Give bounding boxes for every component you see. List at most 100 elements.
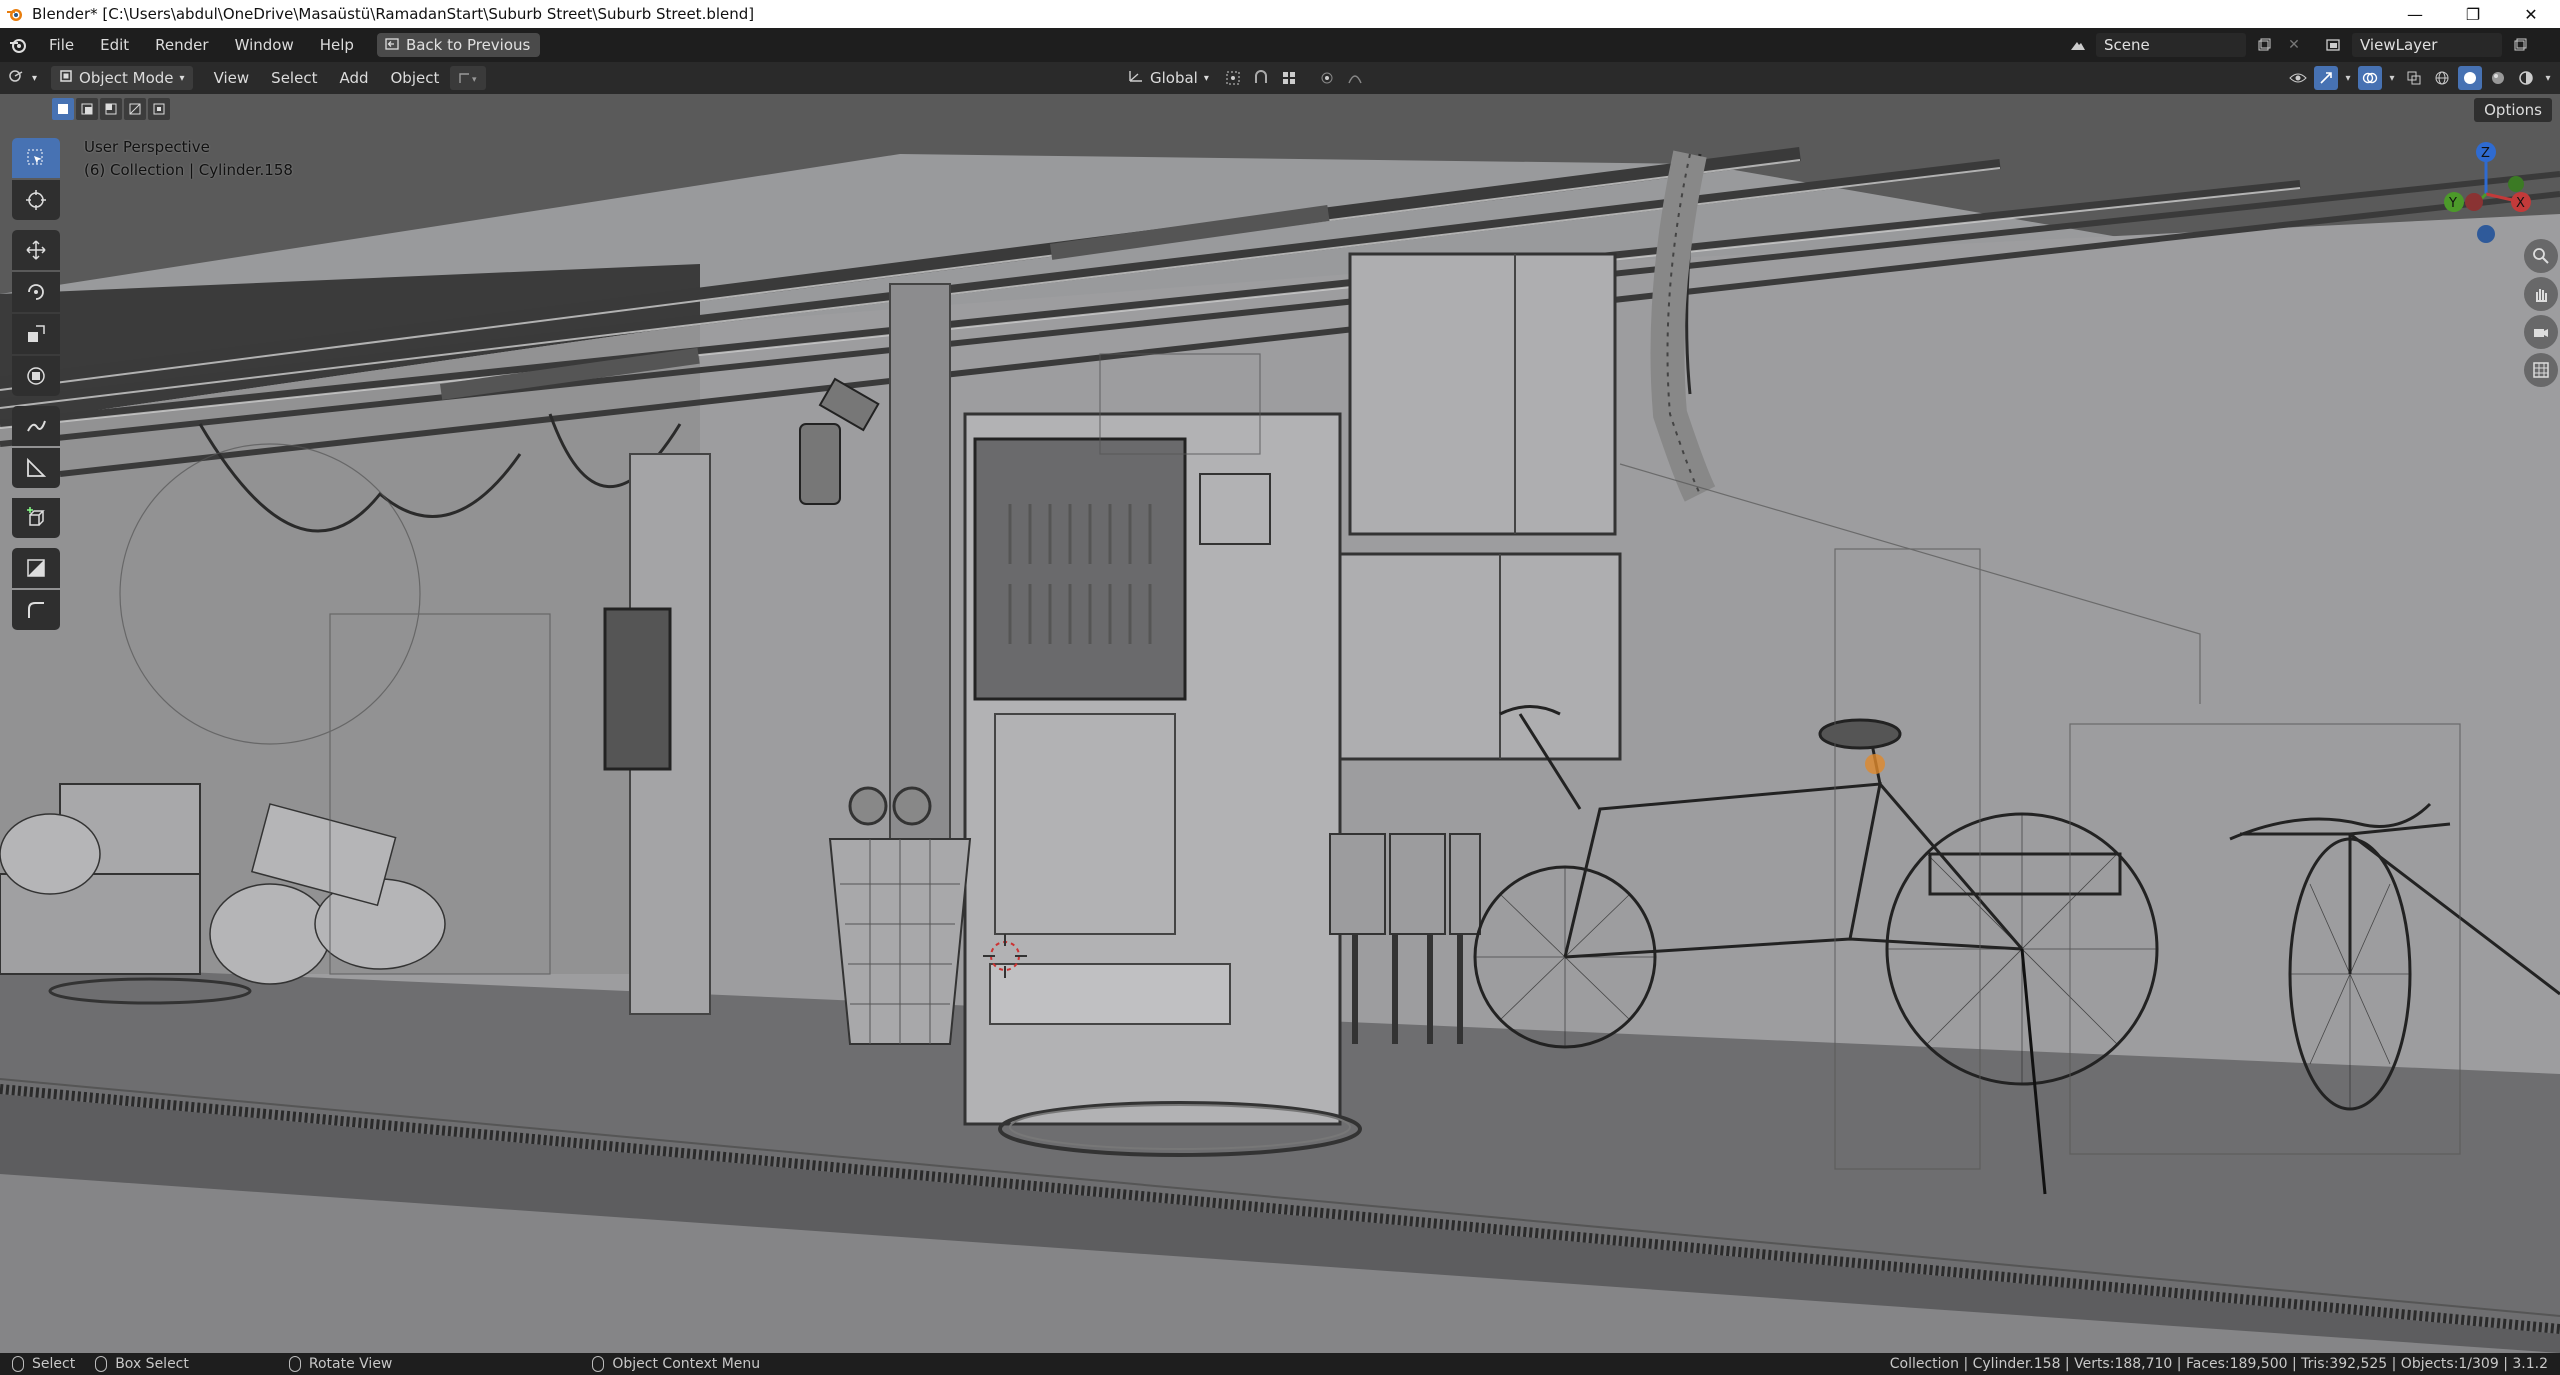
- menu-view[interactable]: View: [203, 69, 261, 87]
- collection-info-label: (6) Collection | Cylinder.158: [84, 161, 293, 179]
- blender-logo-icon: [4, 3, 26, 25]
- select-new-icon[interactable]: [52, 98, 74, 120]
- mouse-right-icon: [592, 1356, 605, 1372]
- top-menubar: File Edit Render Window Help Back to Pre…: [0, 28, 2560, 62]
- menu-select[interactable]: Select: [260, 69, 328, 87]
- object-mode-icon: [59, 69, 73, 87]
- proportional-edit-icon[interactable]: [1315, 66, 1339, 90]
- maximize-button[interactable]: ❐: [2444, 0, 2502, 28]
- status-rotate-view-label: Rotate View: [308, 1356, 393, 1372]
- svg-text:▾: ▾: [472, 75, 477, 85]
- viewport-display-controls: ▾ ▾ ▾: [2286, 66, 2554, 90]
- editor-type-icon: [8, 69, 26, 87]
- gizmo-z-label: Z: [2481, 146, 2490, 161]
- move-tool-icon[interactable]: [12, 230, 60, 270]
- snap-toggle-icon[interactable]: [1249, 66, 1273, 90]
- status-context-menu: Object Context Menu: [592, 1356, 760, 1372]
- blender-menu-icon[interactable]: [0, 36, 36, 54]
- show-overlays-icon[interactable]: [2358, 66, 2382, 90]
- cursor-tool-icon[interactable]: [12, 180, 60, 220]
- status-context-menu-label: Object Context Menu: [612, 1356, 761, 1372]
- chevron-down-icon[interactable]: ▾: [2342, 66, 2354, 90]
- window-titlebar: Blender* [C:\Users\abdul\OneDrive\Masaüs…: [0, 0, 2560, 28]
- new-scene-icon[interactable]: [2252, 33, 2276, 57]
- gizmo-x-label: X: [2516, 196, 2525, 211]
- pivot-point-icon[interactable]: [1221, 66, 1245, 90]
- scene-name-field[interactable]: Scene: [2096, 33, 2246, 57]
- view-layer-name: ViewLayer: [2360, 36, 2438, 54]
- editor-type-button[interactable]: ▾: [0, 66, 45, 90]
- mouse-drag-icon: [95, 1356, 108, 1372]
- visibility-icon[interactable]: [2286, 66, 2310, 90]
- transform-controls: Global ▾: [1120, 66, 1367, 90]
- material-preview-icon[interactable]: [2486, 66, 2510, 90]
- wireframe-shading-icon[interactable]: [2430, 66, 2454, 90]
- proportional-falloff-icon[interactable]: [1343, 66, 1367, 90]
- select-intersect-icon[interactable]: [148, 98, 170, 120]
- solid-shading-icon[interactable]: [2458, 66, 2482, 90]
- scene-icon[interactable]: [2066, 33, 2090, 57]
- status-select-label: Select: [32, 1356, 76, 1372]
- bevel-tool-icon[interactable]: [12, 590, 60, 630]
- chevron-down-icon[interactable]: ▾: [2542, 66, 2554, 90]
- 3d-viewport[interactable]: User Perspective (6) Collection | Cylind…: [0, 94, 2560, 1353]
- menu-add[interactable]: Add: [328, 69, 379, 87]
- select-subtract-icon[interactable]: [100, 98, 122, 120]
- select-box-tool-icon[interactable]: [12, 138, 60, 178]
- back-icon: [385, 36, 399, 54]
- scale-tool-icon[interactable]: [12, 314, 60, 354]
- new-view-layer-icon[interactable]: [2508, 33, 2532, 57]
- delete-scene-icon[interactable]: ✕: [2282, 33, 2306, 57]
- status-box-select-label: Box Select: [115, 1356, 189, 1372]
- show-gizmo-icon[interactable]: [2314, 66, 2338, 90]
- minimize-button[interactable]: —: [2386, 0, 2444, 28]
- menu-object[interactable]: Object: [380, 69, 451, 87]
- close-button[interactable]: ✕: [2502, 0, 2560, 28]
- ortho-grid-icon[interactable]: [2524, 353, 2558, 387]
- status-box-select: Box Select: [95, 1356, 189, 1372]
- status-rotate-view: Rotate View: [288, 1356, 393, 1372]
- chevron-down-icon: ▾: [32, 72, 38, 84]
- view-layer-field[interactable]: ViewLayer: [2352, 33, 2502, 57]
- measure-tool-icon[interactable]: [12, 448, 60, 488]
- menu-file[interactable]: File: [36, 28, 87, 62]
- scene-statistics: Collection | Cylinder.158 | Verts:188,71…: [1889, 1356, 2548, 1372]
- mouse-left-icon: [12, 1356, 24, 1372]
- select-extend-icon[interactable]: [76, 98, 98, 120]
- rendered-shading-icon[interactable]: [2514, 66, 2538, 90]
- selection-mode-buttons: [52, 98, 170, 120]
- add-cube-tool-icon[interactable]: [12, 498, 60, 538]
- view-layer-icon[interactable]: [2322, 33, 2346, 57]
- gizmo-y-label: Y: [2448, 196, 2457, 211]
- viewport-header: ▾ Object Mode ▾ View Select Add Object ▾…: [0, 62, 2560, 94]
- transform-tool-icon[interactable]: [12, 356, 60, 396]
- select-invert-icon[interactable]: [124, 98, 146, 120]
- xray-toggle-icon[interactable]: [2402, 66, 2426, 90]
- navigation-gizmo[interactable]: Z X Y: [2426, 134, 2546, 254]
- snap-target-icon[interactable]: [1277, 66, 1301, 90]
- camera-view-icon[interactable]: [2524, 315, 2558, 349]
- viewport-nav-buttons: [2524, 239, 2558, 387]
- zoom-icon[interactable]: [2524, 239, 2558, 273]
- back-to-previous-button[interactable]: Back to Previous: [376, 33, 541, 57]
- gizmo-toggle-icon[interactable]: ▾: [450, 66, 487, 90]
- menu-help[interactable]: Help: [307, 28, 367, 62]
- menu-window[interactable]: Window: [222, 28, 307, 62]
- rotate-tool-icon[interactable]: [12, 272, 60, 312]
- status-bar: Select Box Select Rotate View Object Con…: [0, 1353, 2560, 1375]
- shear-tool-icon[interactable]: [12, 548, 60, 588]
- tool-shelf: [12, 138, 60, 630]
- mouse-middle-icon: [288, 1356, 301, 1372]
- scene-wireframe-render: [0, 94, 2560, 1353]
- transform-orientation-dropdown[interactable]: Global ▾: [1120, 66, 1217, 90]
- chevron-down-icon: ▾: [179, 72, 185, 84]
- chevron-down-icon[interactable]: ▾: [2386, 66, 2398, 90]
- options-button[interactable]: Options: [2474, 98, 2552, 122]
- perspective-label: User Perspective: [84, 138, 210, 156]
- object-mode-dropdown[interactable]: Object Mode ▾: [51, 66, 193, 90]
- menu-render[interactable]: Render: [142, 28, 221, 62]
- menu-edit[interactable]: Edit: [87, 28, 142, 62]
- pan-hand-icon[interactable]: [2524, 277, 2558, 311]
- annotate-tool-icon[interactable]: [12, 406, 60, 446]
- transform-orientation-label: Global: [1150, 69, 1198, 87]
